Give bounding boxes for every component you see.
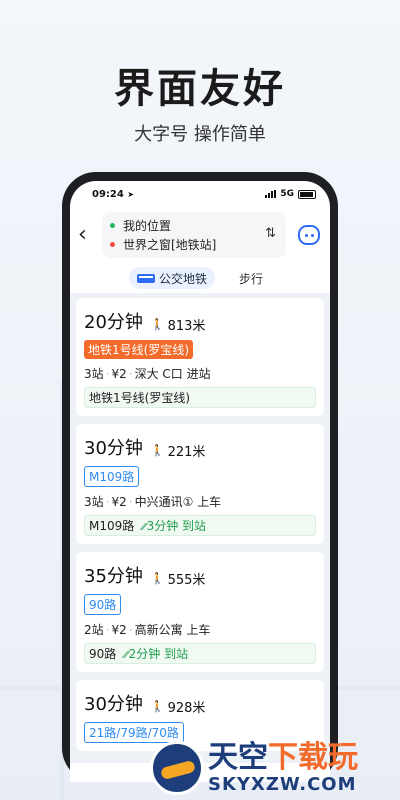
location-arrow-icon: ➤ [127,189,135,199]
route-results-list: 20分钟 🚶 813米 地铁1号线(罗宝线) 3站 · ¥2 · 深大 C口 进站 地铁… [70,293,330,763]
walk-distance: 🚶 221米 [150,444,206,460]
line-tag: 90路 [84,594,122,615]
walk-distance: 🚶 928米 [150,700,206,716]
realtime-signal-icon: ⁄⁄ [124,650,128,661]
promo-subline: 大字号 操作简单 [134,124,266,145]
walk-distance: 🚶 555米 [150,572,206,588]
walking-person-icon: 🚶 [150,318,165,331]
route-duration: 30分钟 [84,438,143,459]
tab-transit-label: 公交地铁 [158,271,207,286]
route-duration: 20分钟 [84,312,143,333]
network-type: 5G [280,189,294,199]
route-duration: 35分钟 [84,566,143,587]
destination-text: 世界之窗[地铁站] [123,238,217,252]
signal-icon [265,190,277,198]
line-tag: M109路 [84,466,140,487]
eta-text: ⁄⁄3分钟 到站 [142,519,207,533]
promo-headline: 界面友好 [114,66,286,112]
tab-walk[interactable]: 步行 [231,267,271,289]
route-duration: 30分钟 [84,694,143,715]
route-info: 3站 · ¥2 · 中兴通讯① 上车 [84,495,222,509]
route-info: 2站 · ¥2 · 高新公寓 上车 [84,623,211,637]
destination-field[interactable]: 世界之窗[地铁站] [110,235,278,254]
swap-icon[interactable]: ⇅ [265,226,276,241]
line-hint: 90路 ⁄⁄2分钟 到站 [84,643,316,664]
assistant-icon[interactable] [298,225,320,245]
walking-person-icon: 🚶 [150,700,165,713]
walking-person-icon: 🚶 [150,572,165,585]
watermark-logo-icon [150,741,204,795]
line-tag: 地铁1号线(罗宝线) [84,340,193,359]
route-card[interactable]: 20分钟 🚶 813米 地铁1号线(罗宝线) 3站 · ¥2 · 深大 C口 进站 地铁… [76,298,324,416]
route-input-box: 我的位置 世界之窗[地铁站] ⇅ [102,212,286,258]
watermark-text: 天空下载玩 SKYXZW.COM [208,740,358,795]
status-icons: 5G [265,189,316,199]
walking-person-icon: 🚶 [150,444,165,457]
destination-dot-icon [110,242,115,247]
tab-transit[interactable]: 公交地铁 [128,267,215,289]
eta-text: ⁄⁄2分钟 到站 [124,647,189,661]
route-search: ‹ 我的位置 世界之窗[地铁站] ⇅ [70,207,330,259]
route-summary: 35分钟 🚶 555米 [84,562,316,588]
route-card[interactable]: 35分钟 🚶 555米 90路 2站 · ¥2 · 高新公寓 上车 90路 ⁄⁄2分钟 … [76,552,324,672]
back-icon[interactable]: ‹ [78,224,98,246]
tab-walk-label: 步行 [239,271,264,286]
site-watermark: 天空下载玩 SKYXZW.COM [150,736,400,800]
status-time: 09:24 ➤ [92,188,135,200]
walk-distance: 🚶 813米 [150,318,206,334]
transport-tabs: 公交地铁 步行 [70,263,330,293]
route-summary: 30分钟 🚶 221米 [84,434,316,460]
status-bar: 09:24 ➤ 5G [70,181,330,207]
origin-text: 我的位置 [123,219,172,233]
bus-icon [136,273,155,283]
line-hint: M109路 ⁄⁄3分钟 到站 [84,515,316,536]
route-summary: 30分钟 🚶 928米 [84,690,316,716]
origin-field[interactable]: 我的位置 [110,216,278,235]
route-info: 3站 · ¥2 · 深大 C口 进站 [84,367,211,381]
origin-dot-icon [110,223,115,228]
phone-frame: 09:24 ➤ 5G ‹ 我的位置 世界之窗[地铁站] ⇅ 公交地铁 步行 20… [62,172,338,782]
battery-icon [298,189,316,199]
phone-screen: 09:24 ➤ 5G ‹ 我的位置 世界之窗[地铁站] ⇅ 公交地铁 步行 20… [70,181,330,782]
route-summary: 20分钟 🚶 813米 [84,308,316,334]
realtime-signal-icon: ⁄⁄ [142,522,146,533]
line-hint: 地铁1号线(罗宝线) [84,387,316,408]
route-card[interactable]: 30分钟 🚶 221米 M109路 3站 · ¥2 · 中兴通讯① 上车 M109路 ⁄… [76,424,324,544]
